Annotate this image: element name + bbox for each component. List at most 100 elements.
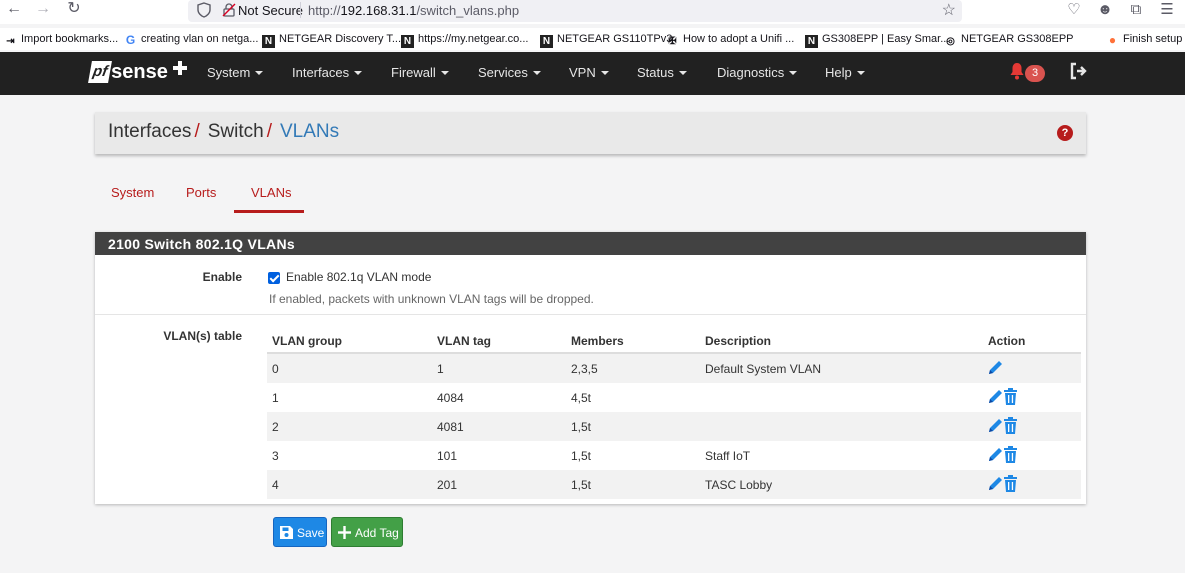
enable-vlan-checkbox-label[interactable]: Enable 802.1q VLAN mode	[286, 270, 431, 284]
extensions-icon[interactable]: ⧉	[1127, 1, 1145, 19]
cell-group: 3	[272, 449, 279, 463]
menu-label: VPN	[569, 65, 596, 80]
menu-services[interactable]: Services	[478, 65, 541, 80]
tab-system[interactable]: System	[111, 185, 154, 200]
enable-label: Enable	[202, 270, 242, 284]
bookmark-item[interactable]: N GS308EPP | Easy Smar...	[805, 32, 949, 48]
bookmark-label: GS308EPP | Easy Smar...	[822, 33, 950, 45]
table-row: 0 1 2,3,5 Default System VLAN	[267, 354, 1081, 383]
breadcrumb-interfaces[interactable]: Interfaces	[108, 121, 191, 142]
save-button-label: Save	[297, 526, 325, 540]
forward-arrow-icon[interactable]: →	[33, 0, 53, 20]
save-button[interactable]: Save	[273, 517, 327, 547]
delete-trash-icon[interactable]	[1004, 446, 1017, 463]
tab-vlans[interactable]: VLANs	[251, 185, 291, 200]
cell-members: 1,5t	[571, 478, 592, 492]
bookmark-label: https://my.netgear.co...	[418, 33, 529, 45]
cell-tag: 101	[437, 449, 458, 463]
firefox-icon: ●	[1108, 33, 1117, 47]
bookmark-star-icon[interactable]: ☆	[942, 0, 956, 20]
delete-trash-icon[interactable]	[1004, 475, 1017, 492]
bookmark-item[interactable]: Gcreating vlan on netga...	[124, 32, 259, 48]
tab-ports[interactable]: Ports	[186, 185, 216, 200]
column-header-tag: VLAN tag	[437, 334, 491, 348]
section-divider	[95, 314, 1086, 315]
address-bar[interactable]: Not Secure http://192.168.31.1/switch_vl…	[188, 0, 962, 22]
menu-diagnostics[interactable]: Diagnostics	[717, 65, 798, 80]
pfsense-logo[interactable]: pf sense	[88, 61, 187, 85]
cell-members: 1,5t	[571, 420, 592, 434]
cell-tag: 1	[437, 362, 444, 376]
address-separator	[300, 2, 301, 18]
url-host: 192.168.31.1	[340, 3, 417, 18]
bell-icon[interactable]	[1009, 62, 1025, 80]
insecure-lock-icon[interactable]	[222, 3, 236, 17]
menu-status[interactable]: Status	[637, 65, 687, 80]
menu-label: Status	[637, 65, 674, 80]
chevron-down-icon	[789, 71, 798, 75]
edit-pencil-icon[interactable]	[989, 419, 1002, 432]
menu-interfaces[interactable]: Interfaces	[292, 65, 363, 80]
delete-trash-icon[interactable]	[1004, 417, 1017, 434]
back-arrow-icon[interactable]: ←	[4, 0, 24, 20]
menu-label: Help	[825, 65, 852, 80]
account-icon[interactable]: ☻	[1096, 1, 1114, 19]
column-header-description: Description	[705, 334, 772, 348]
cell-description: Default System VLAN	[705, 362, 822, 376]
bookmark-item[interactable]: ◎ NETGEAR GS308EPP	[944, 32, 1074, 48]
url-path: /switch_vlans.php	[416, 3, 520, 18]
help-icon[interactable]: ?	[1057, 125, 1073, 141]
table-row: 4 201 1,5t TASC Lobby	[267, 470, 1081, 499]
edit-pencil-icon[interactable]	[989, 477, 1002, 490]
action-icons	[989, 446, 1017, 463]
bookmark-item[interactable]: ● Finish setup	[1106, 32, 1182, 48]
add-tag-button[interactable]: Add Tag	[331, 517, 403, 547]
pocket-icon[interactable]: ♡	[1065, 1, 1083, 19]
cell-members: 2,3,5	[571, 362, 598, 376]
action-icons	[989, 417, 1017, 434]
menu-label: Interfaces	[292, 65, 350, 80]
bookmark-item[interactable]: N NETGEAR GS110TPv3	[540, 32, 672, 48]
breadcrumb-switch[interactable]: Switch	[208, 121, 264, 142]
edit-pencil-icon[interactable]	[989, 390, 1002, 403]
edit-pencil-icon[interactable]	[989, 361, 1002, 374]
table-row: 3 101 1,5t Staff IoT	[267, 441, 1081, 470]
import-icon: ⇥	[6, 36, 15, 47]
logo-sense: sense	[111, 61, 168, 83]
plus-icon	[338, 526, 351, 539]
bookmarks-bar: ⇥ Import bookmarks... Gcreating vlan on n…	[0, 28, 1185, 50]
edit-pencil-icon[interactable]	[989, 448, 1002, 461]
breadcrumb-separator: /	[194, 121, 200, 142]
reload-icon[interactable]: ↻	[64, 0, 84, 20]
bookmark-item[interactable]: ⇥ Import bookmarks...	[4, 32, 118, 48]
logout-icon[interactable]	[1069, 62, 1087, 80]
chevron-down-icon	[354, 71, 363, 75]
save-disk-icon	[280, 526, 293, 539]
menu-firewall[interactable]: Firewall	[391, 65, 449, 80]
hamburger-menu-icon[interactable]: ☰	[1158, 1, 1176, 19]
notification-badge[interactable]: 3	[1025, 65, 1045, 82]
shield-icon[interactable]	[196, 2, 212, 18]
bookmark-item[interactable]: ✠ How to adopt a Unifi ...	[666, 32, 794, 48]
bookmark-item[interactable]: N NETGEAR Discovery T...	[262, 32, 401, 48]
bookmark-item[interactable]: Nhttps://my.netgear.co...	[401, 32, 528, 48]
enable-hint: If enabled, packets with unknown VLAN ta…	[269, 292, 594, 306]
bookmark-label: How to adopt a Unifi ...	[683, 33, 795, 45]
plus-icon	[172, 61, 187, 75]
enable-vlan-checkbox[interactable]	[268, 272, 280, 284]
breadcrumb-vlans[interactable]: VLANs	[280, 121, 339, 142]
action-icons	[989, 388, 1017, 405]
menu-system[interactable]: System	[207, 65, 264, 80]
menu-vpn[interactable]: VPN	[569, 65, 609, 80]
google-icon: G	[125, 33, 136, 47]
url-text[interactable]: http://192.168.31.1/switch_vlans.php	[308, 3, 519, 18]
cell-tag: 4081	[437, 420, 464, 434]
bookmark-label: NETGEAR GS308EPP	[961, 33, 1074, 45]
ubiquiti-icon: ✠	[668, 36, 677, 47]
delete-trash-icon[interactable]	[1004, 388, 1017, 405]
action-icons	[989, 361, 1002, 374]
panel-title: 2100 Switch 802.1Q VLANs	[95, 232, 1086, 255]
menu-help[interactable]: Help	[825, 65, 865, 80]
chevron-down-icon	[440, 71, 449, 75]
url-prefix: http://	[308, 3, 341, 18]
